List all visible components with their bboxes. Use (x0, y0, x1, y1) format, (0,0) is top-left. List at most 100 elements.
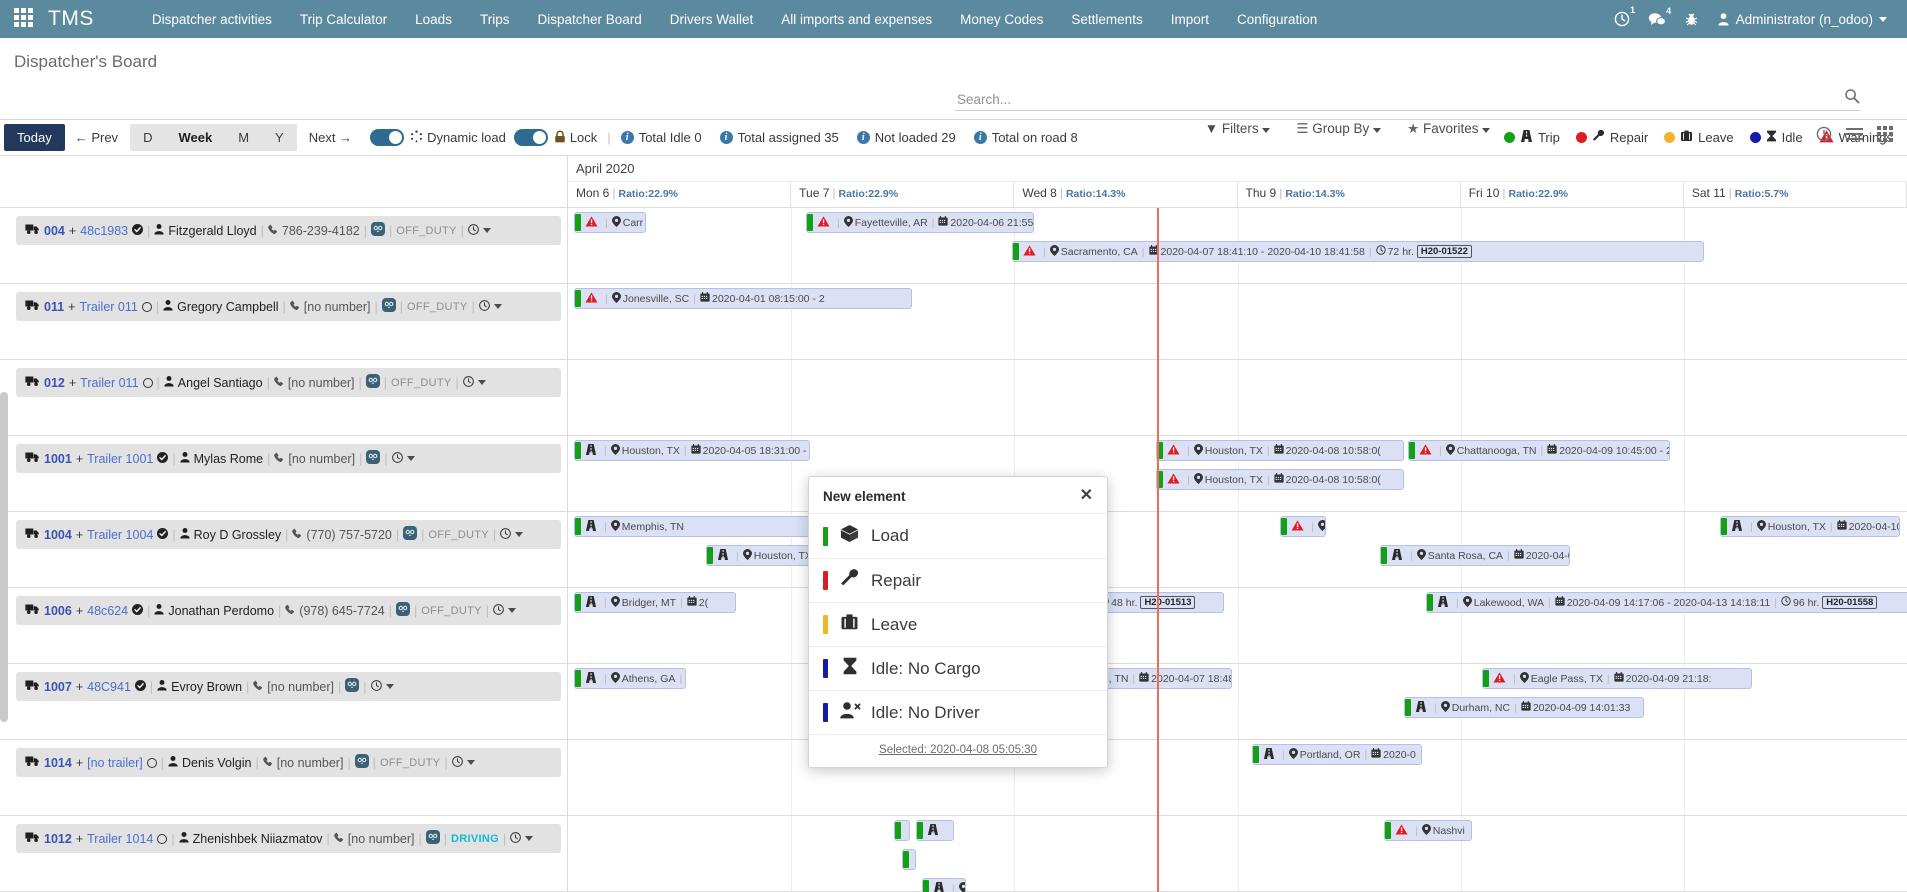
nav-item-import[interactable]: Import (1157, 1, 1223, 38)
gantt-event-bar[interactable]: | Carr (574, 212, 646, 233)
scale-week[interactable]: Week (165, 124, 225, 151)
trailer-name[interactable]: Trailer 1014 (87, 832, 153, 846)
gantt-event-bar[interactable]: | Sacramento, CA | 2020-04-07 18:41:10 - 20… (1012, 241, 1704, 262)
row-pill[interactable]: 1012 + Trailer 1014 | Zhenishbek Niiazmatov |… (16, 824, 561, 853)
clock-row-icon[interactable] (370, 679, 382, 694)
nav-item-dispatcher-board[interactable]: Dispatcher Board (523, 1, 655, 38)
popup-item-load[interactable]: Load (809, 513, 1107, 558)
group-by-dropdown[interactable]: ☰ Group By (1296, 121, 1382, 137)
trailer-name[interactable]: 48C941 (87, 680, 131, 694)
nav-item-money-codes[interactable]: Money Codes (946, 1, 1057, 38)
chevron-down-icon[interactable] (482, 228, 491, 233)
driver-name[interactable]: Roy D Grossley (194, 528, 282, 542)
gantt-row-timeline[interactable]: |Bridger, MT|2(|04|48 hr.H20-01513|Lakew… (568, 588, 1907, 663)
driver-name[interactable]: Fitzgerald Lloyd (168, 224, 256, 238)
truck-number[interactable]: 1012 (44, 832, 72, 846)
popup-item-repair[interactable]: Repair (809, 558, 1107, 602)
gantt-event-bar[interactable]: | Eagle Pass, TX | 2020-04-09 21:18: (1482, 668, 1752, 689)
gantt-event-bar[interactable] (894, 820, 910, 841)
next-button[interactable]: Next → (299, 124, 362, 151)
trailer-name[interactable]: 48c1983 (80, 224, 128, 238)
filters-dropdown[interactable]: ▼ Filters (1205, 121, 1271, 137)
user-menu[interactable]: Administrator (n_odoo) (1717, 12, 1887, 27)
prev-button[interactable]: ← Prev (65, 124, 128, 151)
driver-name[interactable]: Denis Volgin (182, 756, 252, 770)
gantt-row-timeline[interactable]: | Jonesville, SC | 2020-04-01 08:15:00 - 2 (568, 284, 1907, 359)
clock-row-icon[interactable] (478, 299, 490, 314)
chevron-down-icon[interactable] (385, 684, 394, 689)
nav-item-configuration[interactable]: Configuration (1223, 1, 1331, 38)
nav-item-all-imports-and-expenses[interactable]: All imports and expenses (767, 1, 946, 38)
gantt-row-timeline[interactable]: |Athens, GA|2C|Rockwood, TN|2020-04-07 1… (568, 664, 1907, 739)
day-header-mon-6[interactable]: Mon 6 | Ratio:22.9% (568, 182, 792, 207)
gantt-event-bar[interactable] (902, 849, 916, 870)
gantt-event-bar[interactable]: | Fayetteville, AR | 2020-04-06 21:55: (806, 212, 1034, 233)
chevron-down-icon[interactable] (477, 380, 486, 385)
favorites-dropdown[interactable]: ★ Favorites (1407, 121, 1491, 137)
gantt-event-bar[interactable]: | Bridger, MT | 2( (574, 592, 736, 613)
vertical-scrollbar[interactable] (0, 392, 8, 722)
gantt-row-timeline[interactable]: |Memphis, TN |I |Houston, TX|2020-04-10 2 |… (568, 512, 1907, 587)
clock-row-icon[interactable] (468, 223, 479, 238)
gantt-event-bar[interactable]: |Santa Rosa, CA|2020-04-09 23:15: (1380, 545, 1570, 566)
stat-total-assigned[interactable]: i Total assigned 35 (719, 130, 839, 145)
truck-number[interactable]: 1001 (44, 452, 72, 466)
chevron-down-icon[interactable] (466, 760, 475, 765)
day-header-wed-8[interactable]: Wed 8 | Ratio:14.3% (1014, 182, 1238, 207)
gantt-event-bar[interactable]: | Nashvi (1384, 820, 1472, 841)
clock-view-icon[interactable] (1816, 126, 1832, 147)
lock-toggle[interactable] (513, 129, 548, 146)
day-header-fri-10[interactable]: Fri 10 | Ratio:22.9% (1461, 182, 1684, 207)
gantt-row-timeline[interactable] (568, 360, 1907, 435)
driver-name[interactable]: Mylas Rome (194, 452, 263, 466)
chevron-down-icon[interactable] (493, 304, 502, 309)
row-pill[interactable]: 004 +48c1983 | Fitzgerald Lloyd | 786-239-418… (16, 216, 561, 245)
gantt-event-bar[interactable]: | Memphis, TN (574, 516, 810, 537)
gantt-event-bar[interactable]: | Portland, OR | 2020-0 (1252, 744, 1422, 765)
trailer-name[interactable]: Trailer 011 (80, 376, 138, 390)
selected-datetime-link[interactable]: Selected: 2020-04-08 05:05:30 (879, 744, 1037, 756)
clock-row-icon[interactable] (510, 831, 522, 846)
chevron-down-icon[interactable] (525, 836, 534, 841)
stat-not-loaded[interactable]: i Not loaded 29 (856, 130, 956, 145)
row-pill[interactable]: 011 + Trailer 011 | Gregory Campbell | [no num… (16, 292, 561, 321)
trailer-name[interactable]: [no trailer] (87, 756, 143, 770)
gantt-row-timeline[interactable]: |Nashvi |I (568, 816, 1907, 892)
row-pill[interactable]: 1007 +48C941 | Evroy Brown | [no number] | | (16, 672, 561, 701)
gantt-event-bar[interactable]: | Durham, NC | 2020-04-09 14:01:33 (1404, 697, 1644, 718)
chevron-down-icon[interactable] (515, 532, 524, 537)
trailer-name[interactable]: Trailer 011 (79, 300, 137, 314)
clock-row-icon[interactable] (391, 451, 403, 466)
gantt-event-bar[interactable]: |I (1280, 516, 1326, 537)
nav-item-settlements[interactable]: Settlements (1057, 1, 1156, 38)
today-button[interactable]: Today (4, 124, 65, 151)
truck-number[interactable]: 1007 (44, 680, 72, 694)
row-pill[interactable]: 1014 + [no trailer] | Denis Volgin | [no numbe… (16, 748, 561, 777)
row-pill[interactable]: 1006 +48c624 | Jonathan Perdomo | (978) 645-7… (16, 596, 561, 625)
row-pill[interactable]: 1001 + Trailer 1001 | Mylas Rome | [no number]… (16, 444, 561, 473)
nav-item-loads[interactable]: Loads (401, 1, 466, 38)
messages-chat-icon[interactable]: 4 (1648, 5, 1675, 27)
day-header-thu-9[interactable]: Thu 9 | Ratio:14.3% (1238, 182, 1461, 207)
trailer-name[interactable]: Trailer 1004 (87, 528, 153, 542)
chevron-down-icon[interactable] (406, 456, 415, 461)
gantt-event-bar[interactable]: |Houston, TX|2020-04-10 2 (1720, 516, 1900, 537)
gantt-event-bar[interactable]: | Lakewood, WA | 2020-04-09 14:17:06 - 2020… (1426, 592, 1907, 613)
clock-row-icon[interactable] (493, 603, 504, 618)
clock-row-icon[interactable] (462, 375, 474, 390)
row-pill[interactable]: 012 + Trailer 011 | Angel Santiago | [no numbe… (16, 368, 561, 397)
gantt-event-bar[interactable]: |Athens, GA|2C (574, 668, 686, 689)
gantt-row-timeline[interactable]: | Houston, TX | 2020-04-05 18:31:00 - | Houst… (568, 436, 1907, 511)
grid-view-icon[interactable] (1877, 126, 1893, 147)
popup-item-idle-no-cargo[interactable]: Idle: No Cargo (809, 646, 1107, 690)
row-pill[interactable]: 1004 + Trailer 1004 | Roy D Grossley | (770) 7… (16, 520, 561, 549)
driver-name[interactable]: Zhenishbek Niiazmatov (193, 832, 323, 846)
gantt-event-bar[interactable]: | Houston, TX | 2020-04-08 10:58:0( (1156, 469, 1404, 490)
clock-row-icon[interactable] (500, 527, 511, 542)
gantt-event-bar[interactable]: |I (922, 878, 966, 892)
gantt-event-bar[interactable]: |Chattanooga, TN|2020-04-09 10:45:00 - 2… (1408, 440, 1670, 461)
nav-item-trip-calculator[interactable]: Trip Calculator (286, 1, 401, 38)
popup-item-leave[interactable]: Leave (809, 602, 1107, 646)
popup-item-idle-no-driver[interactable]: Idle: No Driver (809, 690, 1107, 734)
dynamic-load-toggle[interactable] (370, 129, 405, 146)
